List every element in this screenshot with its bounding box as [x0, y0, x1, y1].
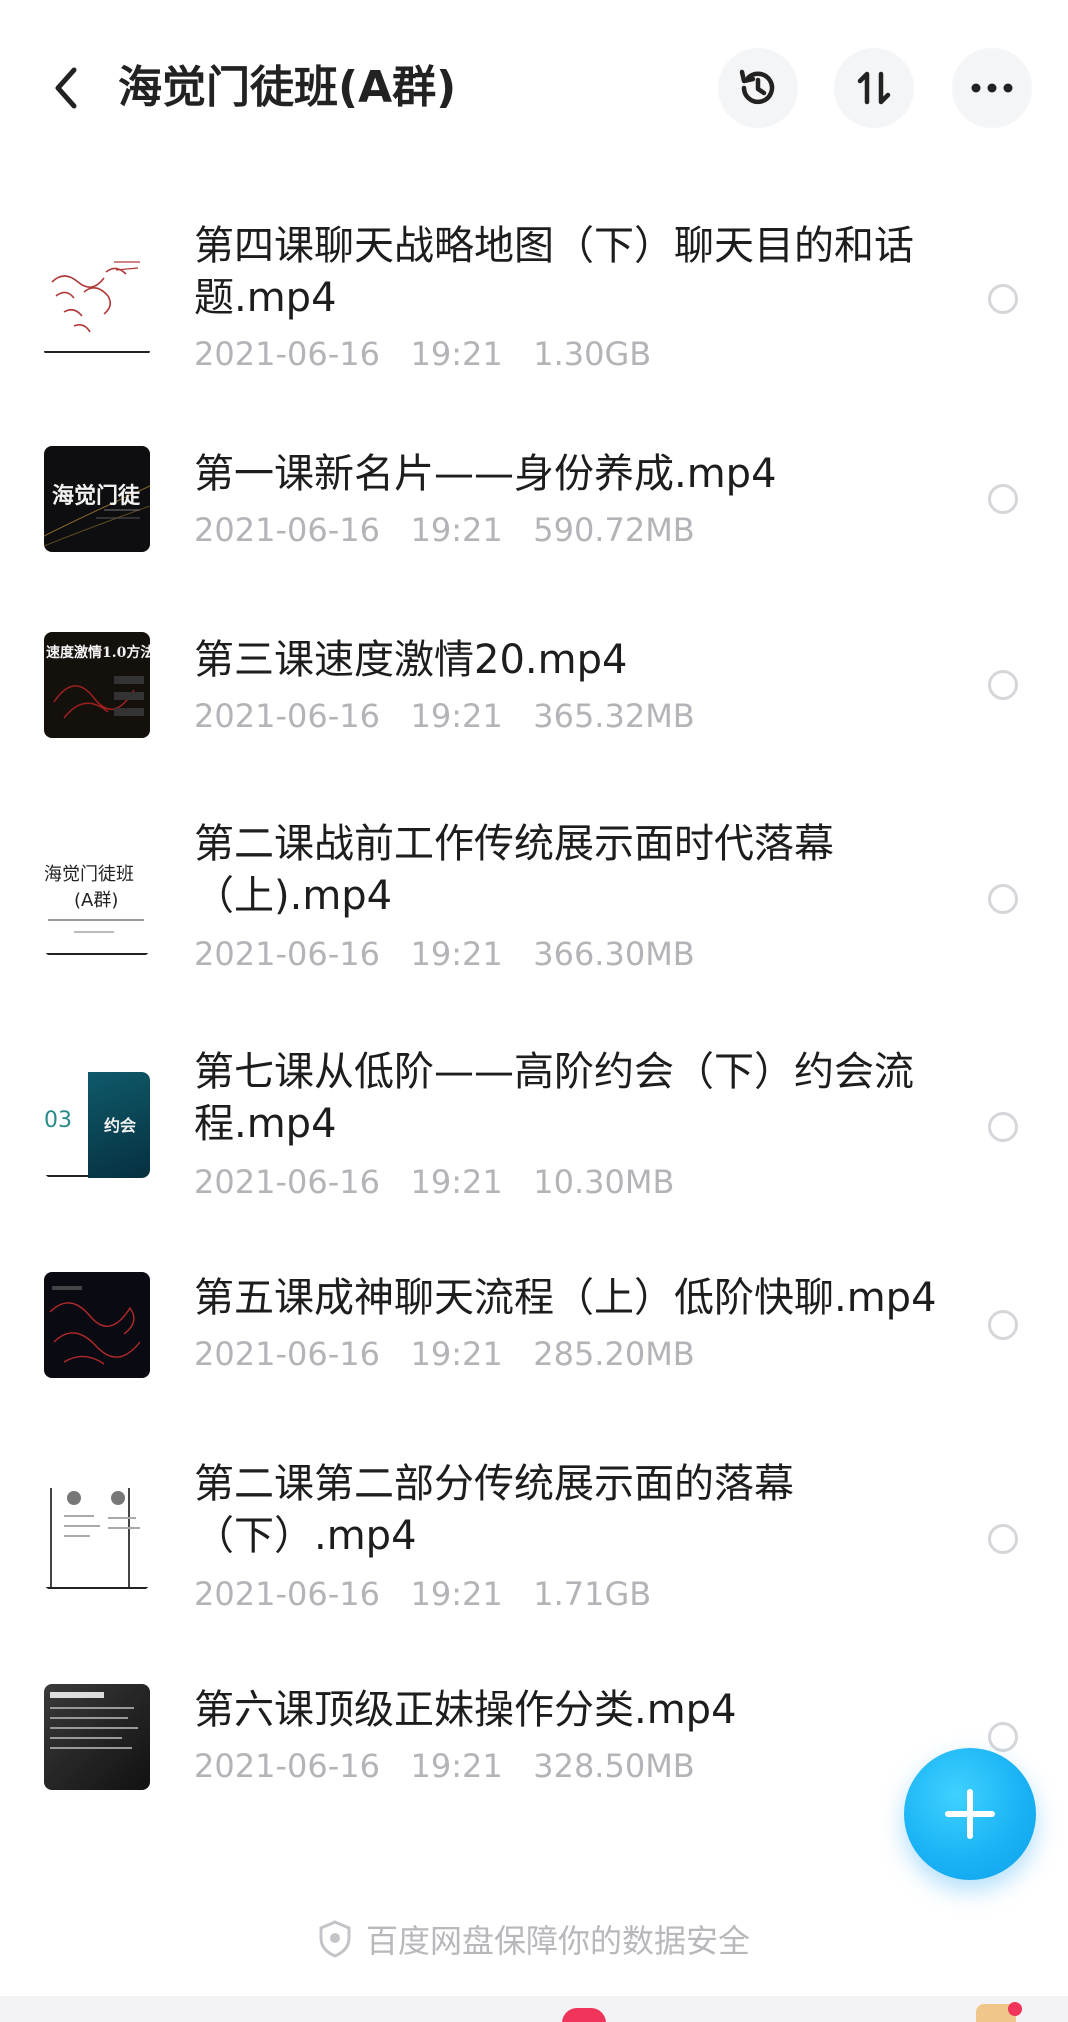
plus-icon [945, 1789, 995, 1839]
select-radio[interactable] [988, 1722, 1018, 1752]
chevron-left-icon [55, 67, 77, 109]
file-size: 366.30MB [533, 935, 695, 973]
select-radio[interactable] [988, 884, 1018, 914]
sort-icon [857, 71, 891, 105]
file-name: 第七课从低阶——高阶约会（下）约会流程.mp4 [194, 1049, 914, 1147]
file-name: 第二课战前工作传统展示面时代落幕（上).mp4 [194, 821, 834, 919]
file-time: 19:21 [410, 335, 503, 373]
file-row[interactable]: 第六课顶级正妹操作分类.mp4 2021-06-16 19:21 328.50M… [0, 1666, 1068, 1806]
select-radio[interactable] [988, 1112, 1018, 1142]
file-meta: 2021-06-16 19:21 285.20MB [194, 1334, 695, 1374]
file-size: 590.72MB [533, 511, 695, 549]
file-size: 365.32MB [533, 697, 695, 735]
file-thumbnail [44, 1272, 150, 1378]
file-meta: 2021-06-16 19:21 366.30MB [194, 934, 695, 974]
file-date: 2021-06-16 [194, 1163, 380, 1201]
select-radio[interactable] [988, 284, 1018, 314]
shield-icon [319, 1920, 351, 1958]
back-button[interactable] [44, 58, 88, 118]
handwriting-thumbnail [44, 252, 150, 358]
file-size: 10.30MB [533, 1163, 675, 1201]
file-size: 1.30GB [533, 335, 652, 373]
white-title-thumbnail [44, 919, 150, 955]
more-icon [971, 83, 1013, 93]
file-meta: 2021-06-16 19:21 1.71GB [194, 1574, 651, 1614]
file-date: 2021-06-16 [194, 697, 380, 735]
file-row[interactable]: 海觉门徒班 (A群) 第二课战前工作传统展示面时代落幕（上).mp4 2021-… [0, 800, 1068, 990]
file-thumbnail [44, 1684, 150, 1790]
file-time: 19:21 [410, 1747, 503, 1785]
file-name: 第三课速度激情20.mp4 [194, 637, 628, 683]
file-meta: 2021-06-16 19:21 365.32MB [194, 696, 695, 736]
file-thumbnail: 海觉门徒班 (A群) [44, 850, 150, 956]
file-thumbnail: 03 约会 [44, 1072, 150, 1178]
select-radio[interactable] [988, 1524, 1018, 1554]
select-radio[interactable] [988, 670, 1018, 700]
file-thumbnail [44, 1484, 150, 1590]
file-date: 2021-06-16 [194, 1335, 380, 1373]
teal-slide-thumbnail [44, 1175, 88, 1177]
file-meta: 2021-06-16 19:21 590.72MB [194, 510, 695, 550]
thumbnail-title: 海觉门徒 [52, 483, 141, 509]
file-name: 第五课成神聊天流程（上）低阶快聊.mp4 [194, 1275, 937, 1321]
file-name: 第四课聊天战略地图（下）聊天目的和话题.mp4 [194, 223, 914, 321]
file-row[interactable]: 海觉门徒 第一课新名片——身份养成.mp4 2021-06-16 19:21 5… [0, 430, 1068, 570]
file-size: 1.71GB [533, 1575, 652, 1613]
file-name: 第一课新名片——身份养成.mp4 [194, 451, 777, 497]
history-icon [739, 69, 775, 105]
more-button[interactable] [952, 48, 1032, 128]
file-row[interactable]: 第四课聊天战略地图（下）聊天目的和话题.mp4 2021-06-16 19:21… [0, 200, 1068, 390]
select-radio[interactable] [988, 484, 1018, 514]
file-date: 2021-06-16 [194, 1575, 380, 1613]
file-time: 19:21 [410, 935, 503, 973]
thumbnail-title: 速度激情1.0方法 [46, 645, 150, 661]
file-name: 第六课顶级正妹操作分类.mp4 [194, 1687, 737, 1733]
file-meta: 2021-06-16 19:21 10.30MB [194, 1162, 674, 1202]
file-thumbnail: 速度激情1.0方法 [44, 632, 150, 738]
top-bar: 海觉门徒班(A群) [0, 0, 1068, 180]
file-date: 2021-06-16 [194, 1747, 380, 1785]
file-time: 19:21 [410, 1335, 503, 1373]
file-meta: 2021-06-16 19:21 1.30GB [194, 334, 651, 374]
file-time: 19:21 [410, 511, 503, 549]
file-name: 第二课第二部分传统展示面的落幕（下）.mp4 [194, 1461, 794, 1559]
security-note-text: 百度网盘保障你的数据安全 [365, 1922, 750, 1960]
file-size: 328.50MB [533, 1747, 695, 1785]
select-radio[interactable] [988, 1310, 1018, 1340]
file-time: 19:21 [410, 1575, 503, 1613]
file-date: 2021-06-16 [194, 935, 380, 973]
file-row[interactable]: 速度激情1.0方法 第三课速度激情20.mp4 2021-06-16 19:21… [0, 616, 1068, 756]
file-date: 2021-06-16 [194, 335, 380, 373]
file-thumbnail [44, 252, 150, 358]
dark-scribble-thumbnail [49, 1286, 141, 1365]
bottom-nav [0, 1996, 1068, 2022]
history-button[interactable] [718, 48, 798, 128]
add-button[interactable] [904, 1748, 1036, 1880]
diagram-thumbnail [44, 1484, 150, 1590]
gray-slide-thumbnail [50, 1692, 138, 1749]
file-row[interactable]: 第五课成神聊天流程（上）低阶快聊.mp4 2021-06-16 19:21 28… [0, 1254, 1068, 1394]
sort-button[interactable] [834, 48, 914, 128]
file-meta: 2021-06-16 19:21 328.50MB [194, 1746, 695, 1786]
notification-badge [562, 2008, 606, 2022]
file-date: 2021-06-16 [194, 511, 380, 549]
file-time: 19:21 [410, 1163, 503, 1201]
file-time: 19:21 [410, 697, 503, 735]
file-thumbnail: 海觉门徒 [44, 446, 150, 552]
file-row[interactable]: 03 约会 第七课从低阶——高阶约会（下）约会流程.mp4 2021-06-16… [0, 1028, 1068, 1218]
security-note: 百度网盘保障你的数据安全 [0, 1914, 1068, 1964]
page-title: 海觉门徒班(A群) [118, 62, 457, 113]
file-row[interactable]: 第二课第二部分传统展示面的落幕（下）.mp4 2021-06-16 19:21 … [0, 1440, 1068, 1630]
file-size: 285.20MB [533, 1335, 695, 1373]
avatar[interactable] [976, 2002, 1022, 2022]
